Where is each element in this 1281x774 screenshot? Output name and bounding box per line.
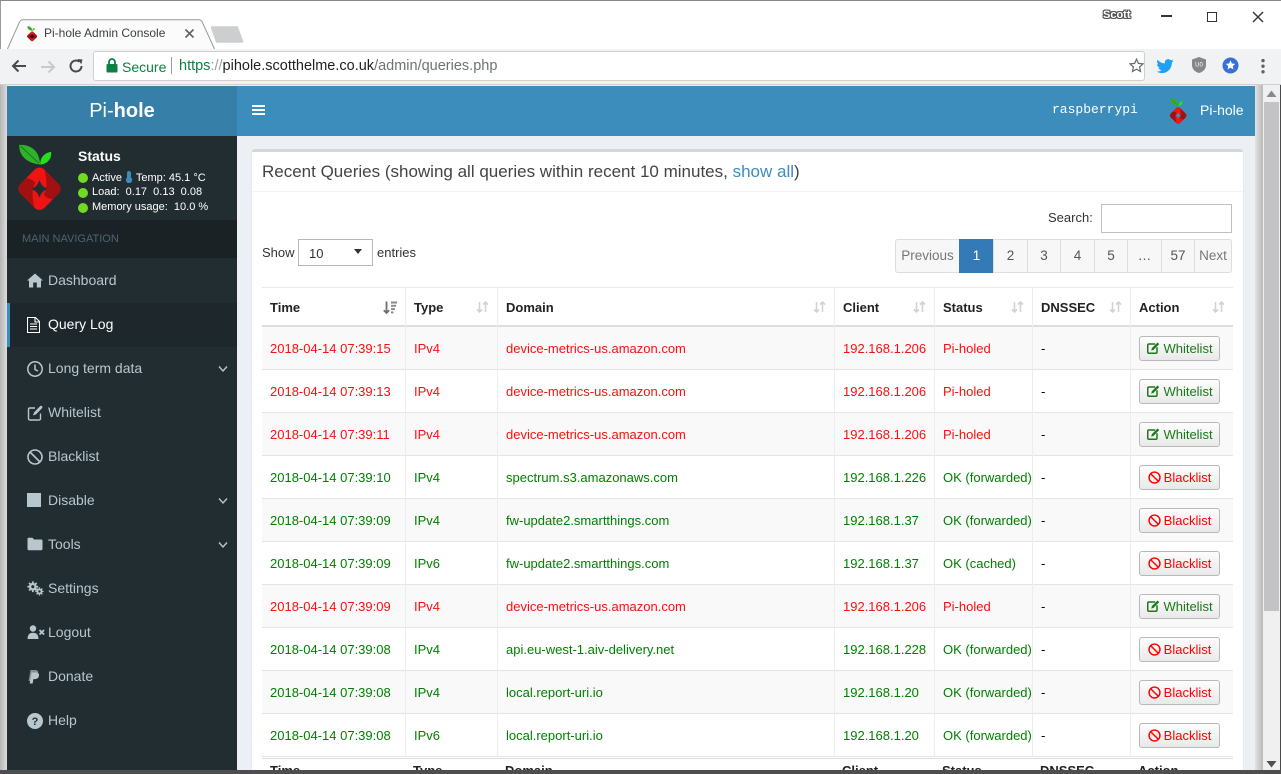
- svg-text:U0: U0: [1195, 63, 1203, 69]
- svg-text:?: ?: [32, 716, 39, 728]
